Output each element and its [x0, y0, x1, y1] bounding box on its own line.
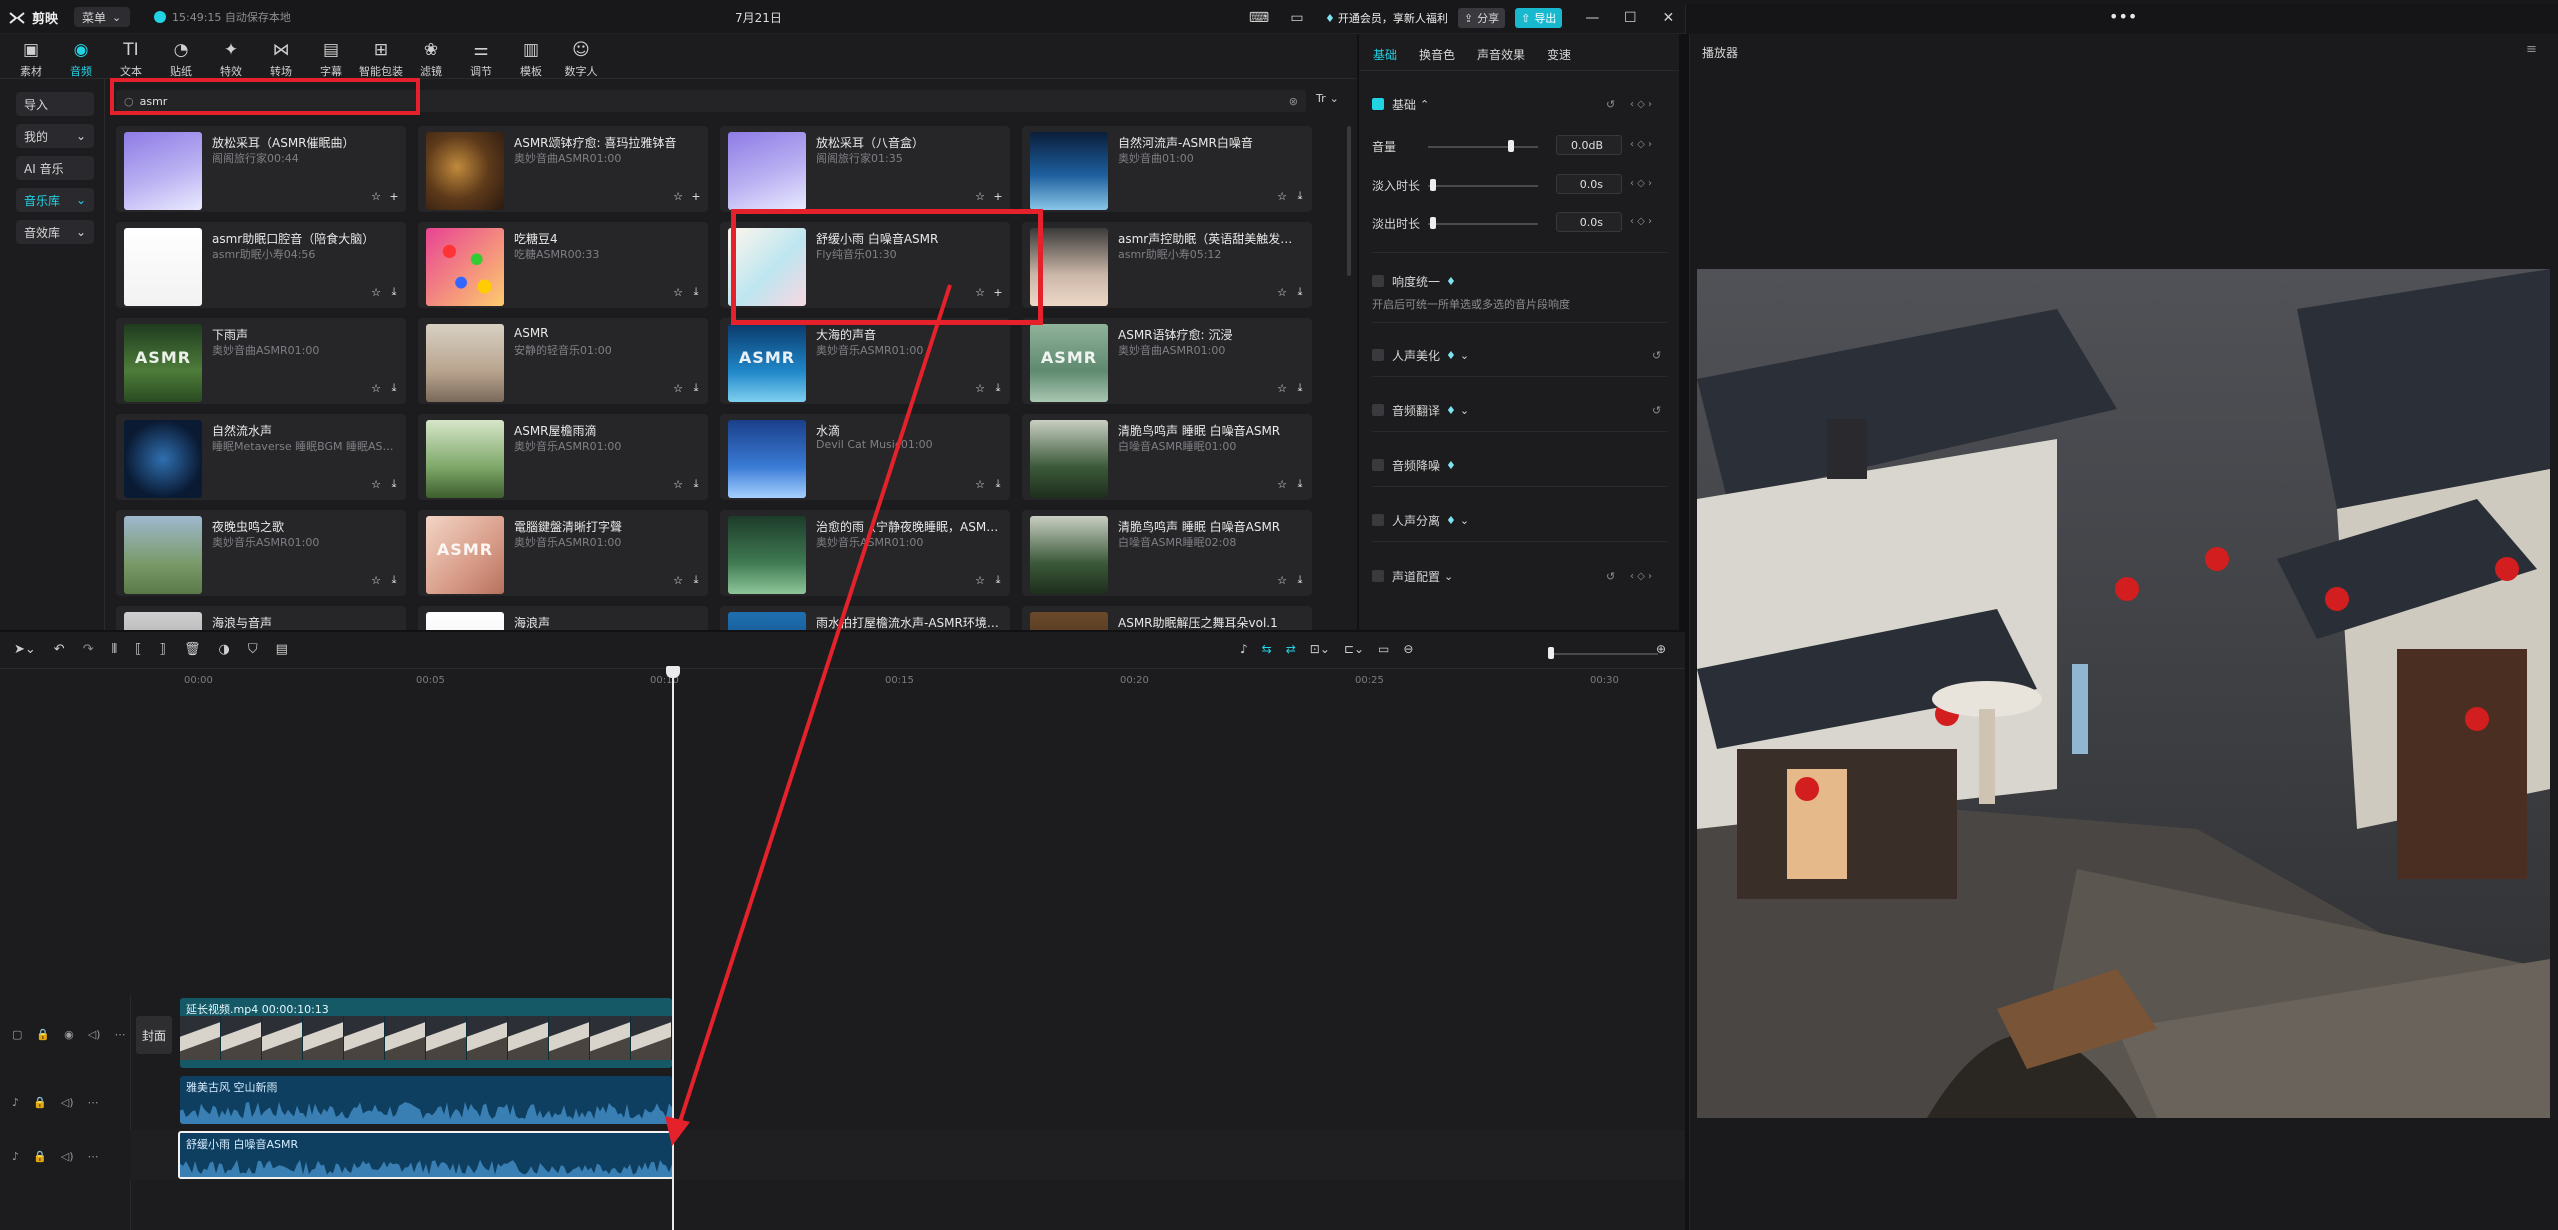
annotation-arrow — [665, 284, 952, 1146]
